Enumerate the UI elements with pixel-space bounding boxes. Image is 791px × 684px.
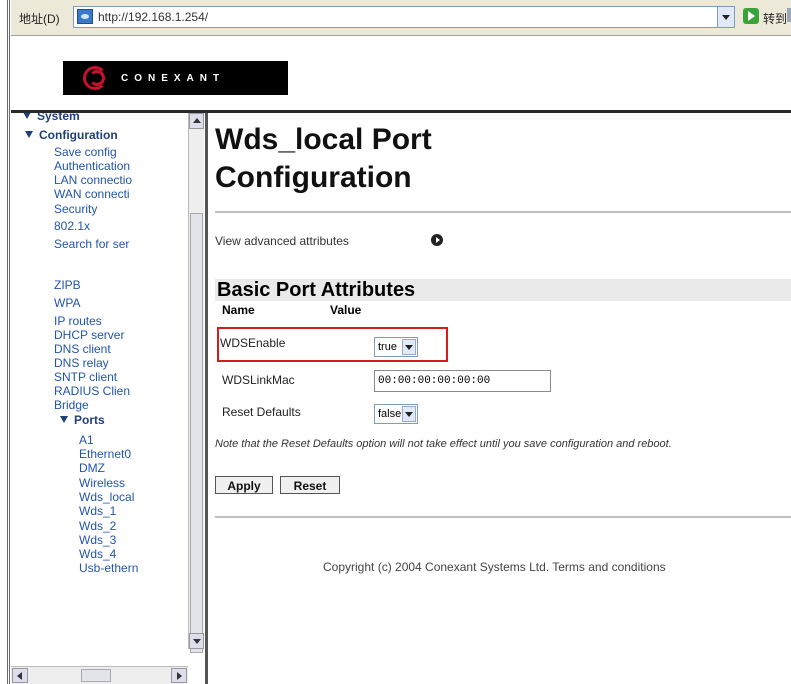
divider-top [215,211,791,213]
copyright-text: Copyright (c) 2004 Conexant Systems Ltd.… [323,560,666,574]
address-bar: 地址(D) http://192.168.1.254/ 转到 [11,0,791,36]
sidebar-item-port-wds-3[interactable]: Wds_3 [79,533,116,547]
expand-triangle-icon [60,416,68,423]
sidebar-item-ip-routes[interactable]: IP routes [54,314,102,328]
sidebar-item-configuration[interactable]: Configuration [25,128,118,142]
window-edge [0,0,10,684]
hscrollbar-thumb[interactable] [81,669,111,682]
sidebar-item-radius-client[interactable]: RADIUS Clien [54,384,130,398]
sidebar-horizontal-scrollbar[interactable] [11,666,188,684]
sidebar-item-8021x[interactable]: 802.1x [54,219,90,233]
sidebar-item-port-wds-4[interactable]: Wds_4 [79,547,116,561]
chevron-down-icon[interactable] [402,406,416,422]
sidebar-vertical-scrollbar[interactable] [188,113,204,653]
sidebar-nav: System Configuration Save config Authent… [11,113,205,684]
view-advanced-link[interactable]: View advanced attributes [215,234,349,248]
reset-defaults-label: Reset Defaults [222,405,301,419]
toolbar-extension-icon[interactable] [787,8,791,22]
sidebar-item-zipb[interactable]: ZIPB [54,278,81,292]
page-icon [77,9,93,24]
sidebar-item-dhcp-server[interactable]: DHCP server [54,328,124,342]
sidebar-item-wan-connection[interactable]: WAN connecti [54,187,130,201]
address-label: 地址(D) [19,12,60,26]
sidebar-item-port-wds-2[interactable]: Wds_2 [79,519,116,533]
sidebar-item-wpa[interactable]: WPA [54,296,80,310]
sidebar-item-port-ethernet0[interactable]: Ethernet0 [79,447,131,461]
page-title-line2: Configuration [215,161,412,194]
reset-button[interactable]: Reset [280,476,340,494]
wds-link-mac-input[interactable] [374,370,551,392]
sidebar-item-port-wireless[interactable]: Wireless [79,476,125,490]
chevron-down-icon[interactable] [402,339,416,355]
sidebar-item-system[interactable]: System [23,113,80,123]
scrollbar-thumb[interactable] [190,213,203,653]
sidebar-item-sntp-client[interactable]: SNTP client [54,370,117,384]
sidebar-item-port-dmz[interactable]: DMZ [79,461,105,475]
logo-text: CONEXANT [121,72,226,84]
sidebar-item-port-usb-ethernet[interactable]: Usb-ethern [79,561,138,575]
sidebar-item-lan-connection[interactable]: LAN connectio [54,173,132,187]
sidebar-item-save-config[interactable]: Save config [54,145,117,159]
wds-enable-select[interactable]: true [374,337,418,357]
page-title-line1: Wds_local Port [215,123,432,156]
reset-defaults-value: false [378,408,402,420]
divider-bottom [215,516,791,518]
go-button[interactable]: 转到 [763,10,787,27]
main-content: Wds_local Port Configuration View advanc… [208,113,791,684]
scroll-right-icon[interactable] [171,668,187,683]
sidebar-item-authentication[interactable]: Authentication [54,159,130,173]
sidebar-item-port-a1[interactable]: A1 [79,433,94,447]
conexant-logo-icon [83,66,111,90]
conexant-logo: CONEXANT [63,61,288,95]
column-header-name: Name [222,303,255,317]
section-title: Basic Port Attributes [215,279,791,301]
sidebar-item-port-wds-local[interactable]: Wds_local [79,490,134,504]
scroll-left-icon[interactable] [12,668,28,683]
scroll-up-icon[interactable] [189,113,204,129]
scroll-down-icon[interactable] [189,633,204,649]
address-dropdown-button[interactable] [717,6,735,28]
address-url[interactable]: http://192.168.1.254/ [98,10,208,24]
arrow-circle-icon[interactable] [431,234,443,246]
address-input[interactable]: http://192.168.1.254/ [73,6,733,28]
expand-triangle-icon [23,113,31,119]
sidebar-item-ports[interactable]: Ports [60,413,105,427]
sidebar-item-search[interactable]: Search for ser [54,237,129,251]
wds-enable-value: true [378,341,397,353]
sidebar-item-dns-relay[interactable]: DNS relay [54,356,109,370]
column-header-value: Value [330,303,362,317]
reset-note: Note that the Reset Defaults option will… [215,438,672,450]
sidebar-item-bridge[interactable]: Bridge [54,398,89,412]
wds-link-mac-label: WDSLinkMac [222,373,295,387]
sidebar-item-security[interactable]: Security [54,202,97,216]
sidebar-item-port-wds-1[interactable]: Wds_1 [79,504,116,518]
sidebar-item-dns-client[interactable]: DNS client [54,342,111,356]
apply-button[interactable]: Apply [215,476,273,494]
header-banner: CONEXANT [11,36,791,113]
wds-enable-label: WDSEnable [220,336,286,350]
go-arrow-icon[interactable] [743,8,759,24]
page-title: Wds_local Port Configuration [215,121,432,197]
reset-defaults-select[interactable]: false [374,404,418,424]
expand-triangle-icon [25,131,33,138]
